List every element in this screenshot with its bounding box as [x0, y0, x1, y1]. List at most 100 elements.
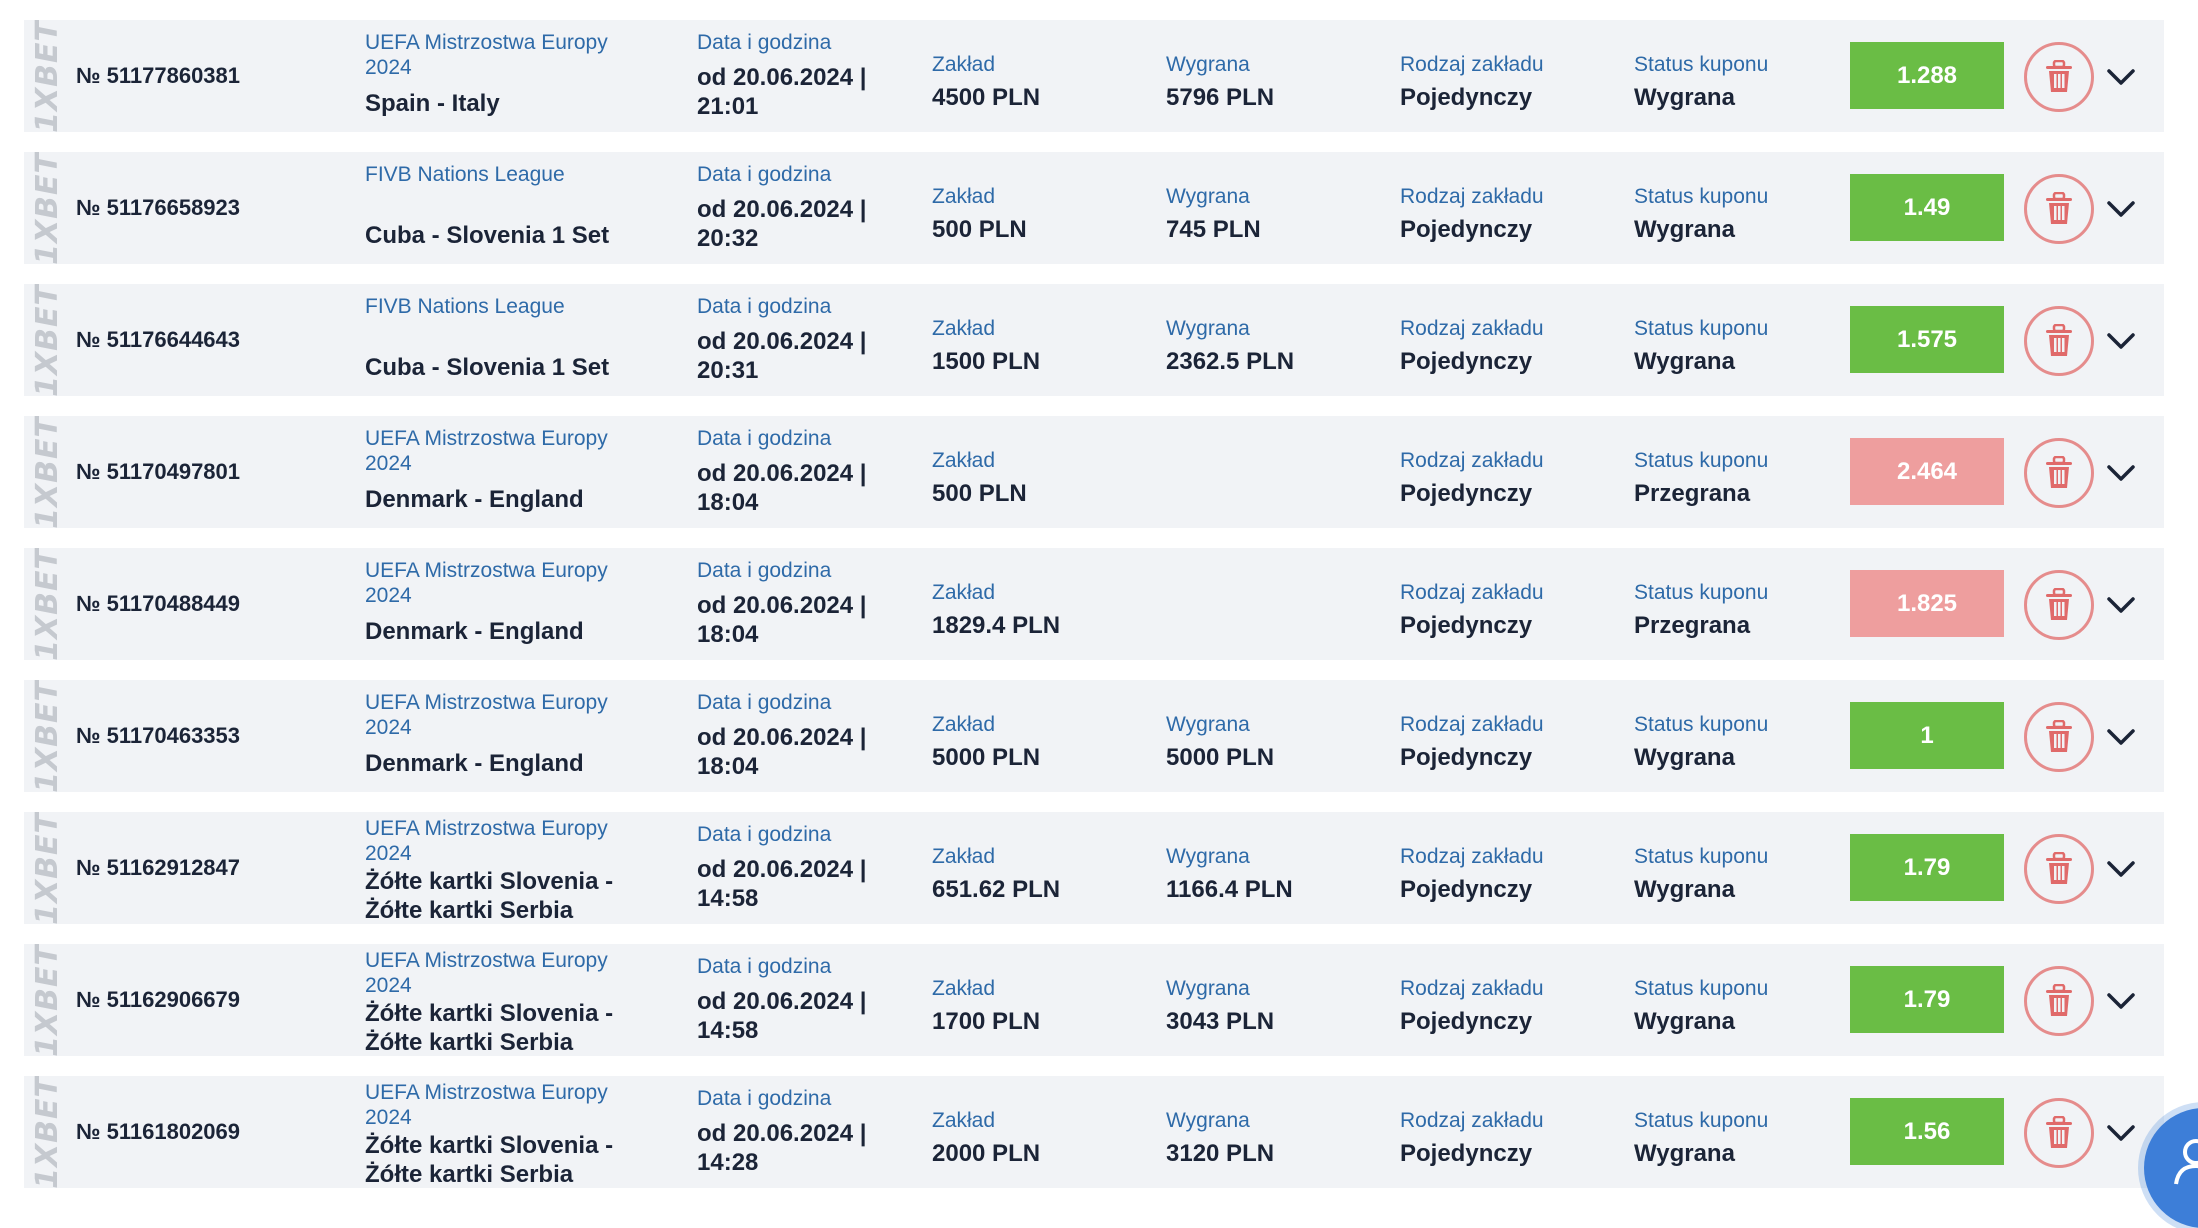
status-label: Status kuponu: [1634, 449, 1769, 472]
date-label: Data i godzina: [697, 295, 832, 318]
type-value: Pojedynczy: [1400, 1140, 1533, 1167]
expand-button[interactable]: [2104, 324, 2138, 358]
expand-button[interactable]: [2104, 1116, 2138, 1150]
event-name: Denmark - England: [365, 618, 584, 645]
status-value: Wygrana: [1634, 348, 1735, 375]
league-label[interactable]: UEFA Mistrzostwa Europy 2024: [365, 948, 655, 998]
trash-icon: [2044, 60, 2074, 94]
expand-button[interactable]: [2104, 192, 2138, 226]
trash-icon: [2044, 324, 2074, 358]
type-value: Pojedynczy: [1400, 480, 1533, 507]
expand-button[interactable]: [2104, 984, 2138, 1018]
type-value: Pojedynczy: [1400, 612, 1533, 639]
coupon-row: 1XBET № 51162906679 UEFA Mistrzostwa Europ…: [24, 944, 2164, 1056]
type-value: Pojedynczy: [1400, 744, 1533, 771]
win-label: Wygrana: [1166, 185, 1250, 208]
coupon-number[interactable]: № 51170497801: [76, 416, 240, 528]
status-label: Status kuponu: [1634, 185, 1769, 208]
win-label: Wygrana: [1166, 845, 1250, 868]
date-value: od 20.06.2024 | 20:31: [697, 328, 867, 384]
type-label: Rodzaj zakładu: [1400, 185, 1544, 208]
league-label[interactable]: UEFA Mistrzostwa Europy 2024: [365, 30, 655, 80]
coupon-number[interactable]: № 51177860381: [76, 20, 240, 132]
coupon-row: 1XBET № 51176658923 FIVB Nations League Cub…: [24, 152, 2164, 264]
stake-label: Zakład: [932, 1109, 996, 1132]
brand-logo: 1XBET: [29, 1076, 65, 1188]
event-name: Cuba - Slovenia 1 Set: [365, 222, 610, 249]
stake-value: 2000 PLN: [932, 1140, 1041, 1167]
win-label: Wygrana: [1166, 317, 1250, 340]
coupon-number[interactable]: № 51170463353: [76, 680, 240, 792]
coupon-number[interactable]: № 51176658923: [76, 152, 240, 264]
date-label: Data i godzina: [697, 163, 832, 186]
stake-value: 1829.4 PLN: [932, 612, 1061, 639]
status-label: Status kuponu: [1634, 53, 1769, 76]
event-name: Żółte kartki Slovenia - Żółte kartki Ser…: [365, 868, 614, 924]
delete-button[interactable]: [2024, 570, 2094, 640]
league-label[interactable]: UEFA Mistrzostwa Europy 2024: [365, 1080, 655, 1130]
type-label: Rodzaj zakładu: [1400, 713, 1544, 736]
delete-button[interactable]: [2024, 702, 2094, 772]
league-label[interactable]: UEFA Mistrzostwa Europy 2024: [365, 816, 655, 866]
event-name: Żółte kartki Slovenia - Żółte kartki Ser…: [365, 1132, 614, 1188]
type-label: Rodzaj zakładu: [1400, 1109, 1544, 1132]
date-value: od 20.06.2024 | 14:58: [697, 988, 867, 1044]
date-label: Data i godzina: [697, 31, 832, 54]
chevron-down-icon: [2106, 331, 2136, 351]
date-value: od 20.06.2024 | 18:04: [697, 592, 867, 648]
win-label: Wygrana: [1166, 1109, 1250, 1132]
status-label: Status kuponu: [1634, 581, 1769, 604]
chevron-down-icon: [2106, 991, 2136, 1011]
delete-button[interactable]: [2024, 42, 2094, 112]
win-value: 2362.5 PLN: [1166, 348, 1295, 375]
league-label[interactable]: FIVB Nations League: [365, 294, 655, 319]
delete-button[interactable]: [2024, 174, 2094, 244]
stake-value: 5000 PLN: [932, 744, 1041, 771]
expand-button[interactable]: [2104, 852, 2138, 886]
status-value: Wygrana: [1634, 876, 1735, 903]
delete-button[interactable]: [2024, 1098, 2094, 1168]
delete-button[interactable]: [2024, 438, 2094, 508]
delete-button[interactable]: [2024, 966, 2094, 1036]
brand-logo: 1XBET: [29, 20, 65, 132]
coupon-number[interactable]: № 51176644643: [76, 284, 240, 396]
chevron-down-icon: [2106, 727, 2136, 747]
expand-button[interactable]: [2104, 60, 2138, 94]
win-value: 745 PLN: [1166, 216, 1261, 243]
league-label[interactable]: UEFA Mistrzostwa Europy 2024: [365, 426, 655, 476]
date-value: od 20.06.2024 | 18:04: [697, 724, 867, 780]
coupon-number[interactable]: № 51170488449: [76, 548, 240, 660]
odds-badge: 1.79: [1850, 834, 2004, 901]
status-label: Status kuponu: [1634, 977, 1769, 1000]
trash-icon: [2044, 456, 2074, 490]
date-label: Data i godzina: [697, 823, 832, 846]
event-name: Cuba - Slovenia 1 Set: [365, 354, 610, 381]
delete-button[interactable]: [2024, 834, 2094, 904]
type-label: Rodzaj zakładu: [1400, 977, 1544, 1000]
coupon-row: 1XBET № 51176644643 FIVB Nations League Cub…: [24, 284, 2164, 396]
stake-label: Zakład: [932, 449, 996, 472]
delete-button[interactable]: [2024, 306, 2094, 376]
chevron-down-icon: [2106, 859, 2136, 879]
win-label: Wygrana: [1166, 713, 1250, 736]
status-value: Wygrana: [1634, 1140, 1735, 1167]
expand-button[interactable]: [2104, 456, 2138, 490]
league-label[interactable]: UEFA Mistrzostwa Europy 2024: [365, 690, 655, 740]
type-value: Pojedynczy: [1400, 216, 1533, 243]
league-label[interactable]: FIVB Nations League: [365, 162, 655, 187]
type-value: Pojedynczy: [1400, 876, 1533, 903]
coupon-number[interactable]: № 51161802069: [76, 1076, 240, 1188]
stake-value: 500 PLN: [932, 480, 1027, 507]
type-label: Rodzaj zakładu: [1400, 53, 1544, 76]
coupon-number[interactable]: № 51162906679: [76, 944, 240, 1056]
league-label[interactable]: UEFA Mistrzostwa Europy 2024: [365, 558, 655, 608]
odds-badge: 1.79: [1850, 966, 2004, 1033]
date-label: Data i godzina: [697, 427, 832, 450]
win-label: Wygrana: [1166, 53, 1250, 76]
trash-icon: [2044, 588, 2074, 622]
expand-button[interactable]: [2104, 588, 2138, 622]
event-name: Spain - Italy: [365, 90, 500, 117]
coupon-number[interactable]: № 51162912847: [76, 812, 240, 924]
odds-badge: 1.49: [1850, 174, 2004, 241]
expand-button[interactable]: [2104, 720, 2138, 754]
